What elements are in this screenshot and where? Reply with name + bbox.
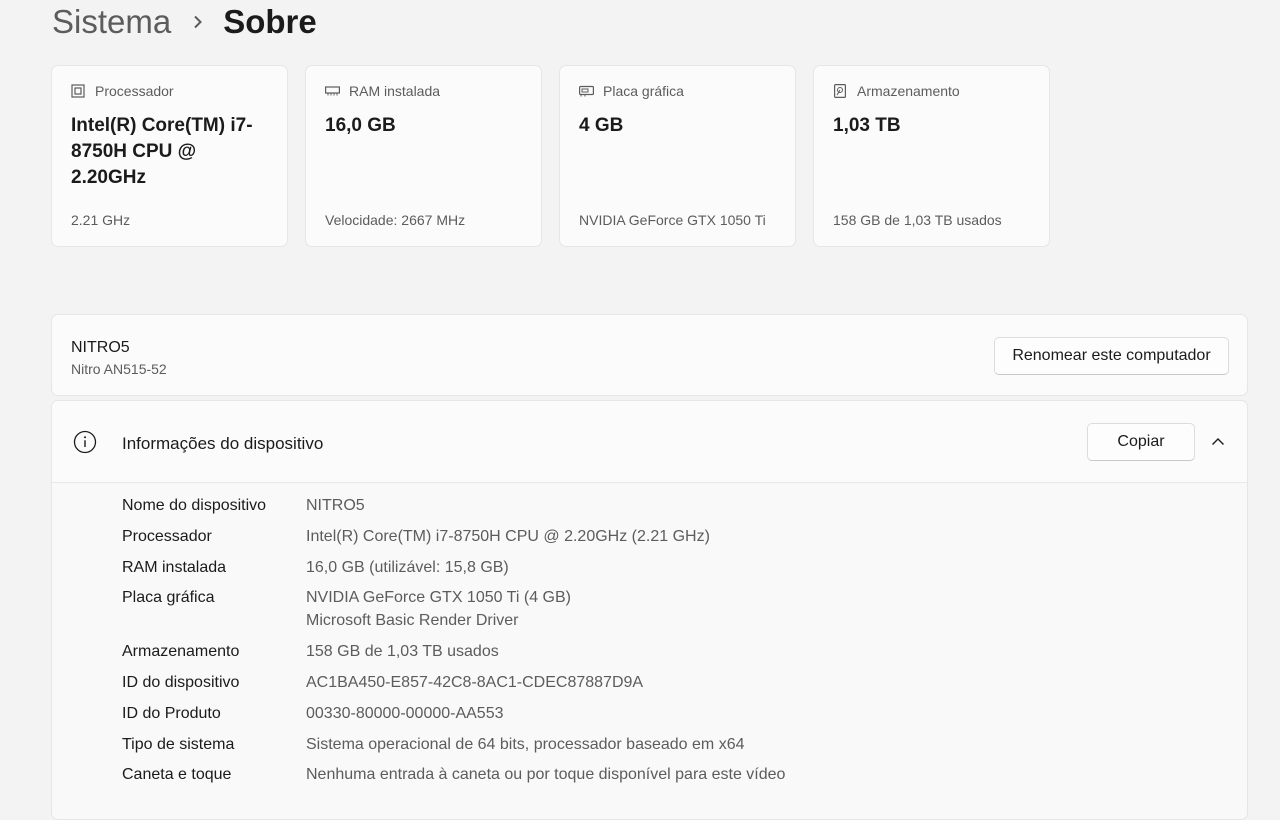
- info-row-storage: Armazenamento 158 GB de 1,03 TB usados: [122, 640, 785, 663]
- spec-sub: Velocidade: 2667 MHz: [325, 212, 466, 228]
- spec-card-ram: RAM instalada 16,0 GB Velocidade: 2667 M…: [305, 65, 542, 247]
- info-row-ram: RAM instalada 16,0 GB (utilizável: 15,8 …: [122, 556, 785, 579]
- processor-icon: [70, 83, 86, 99]
- device-info-header[interactable]: Informações do dispositivo Copiar: [52, 401, 1247, 483]
- info-label: Caneta e toque: [122, 766, 232, 784]
- info-label: ID do Produto: [122, 704, 221, 722]
- spec-value: 1,03 TB: [833, 115, 901, 136]
- spec-label: RAM instalada: [349, 83, 441, 99]
- info-value-line: 00330-80000-00000-AA553: [306, 704, 504, 722]
- spec-label: Armazenamento: [857, 83, 960, 99]
- info-value: 00330-80000-00000-AA553: [306, 702, 504, 725]
- spec-value: 4 GB: [579, 115, 624, 136]
- graphics-card-icon: [578, 83, 594, 99]
- spec-card-storage: Armazenamento 1,03 TB 158 GB de 1,03 TB …: [813, 65, 1050, 247]
- info-label: Placa gráfica: [122, 589, 215, 607]
- info-value-line: 16,0 GB (utilizável: 15,8 GB): [306, 558, 509, 576]
- info-label: Armazenamento: [122, 643, 240, 661]
- storage-icon: [832, 83, 848, 99]
- info-icon: [73, 430, 97, 454]
- info-label: ID do dispositivo: [122, 673, 240, 691]
- breadcrumb-sistema[interactable]: Sistema: [52, 3, 171, 41]
- info-value: NVIDIA GeForce GTX 1050 Ti (4 GB) Micros…: [306, 586, 571, 632]
- info-value-line: Microsoft Basic Render Driver: [306, 612, 519, 630]
- info-value-line: Sistema operacional de 64 bits, processa…: [306, 735, 745, 753]
- spec-value: Intel(R) Core(TM) i7-8750H CPU @ 2.20GHz: [71, 115, 253, 188]
- info-row-system-type: Tipo de sistema Sistema operacional de 6…: [122, 733, 785, 756]
- info-value: NITRO5: [306, 494, 365, 517]
- info-value-line: Intel(R) Core(TM) i7-8750H CPU @ 2.20GHz…: [306, 527, 710, 545]
- device-info-title: Informações do dispositivo: [122, 434, 324, 453]
- device-name: NITRO5: [71, 339, 130, 356]
- info-value-line: NVIDIA GeForce GTX 1050 Ti (4 GB): [306, 589, 571, 607]
- spec-value: 16,0 GB: [325, 115, 396, 136]
- device-info-list: Nome do dispositivo NITRO5 Processador I…: [122, 494, 785, 794]
- info-value: 158 GB de 1,03 TB usados: [306, 640, 499, 663]
- device-model: Nitro AN515-52: [71, 361, 167, 377]
- info-label: RAM instalada: [122, 558, 227, 576]
- info-row-processor: Processador Intel(R) Core(TM) i7-8750H C…: [122, 525, 785, 548]
- info-label: Nome do dispositivo: [122, 497, 267, 514]
- info-row-graphics: Placa gráfica NVIDIA GeForce GTX 1050 Ti…: [122, 586, 785, 632]
- device-name-card: NITRO5 Nitro AN515-52 Renomear este comp…: [51, 314, 1248, 396]
- info-value: Sistema operacional de 64 bits, processa…: [306, 733, 744, 756]
- info-value: Nenhuma entrada à caneta ou por toque di…: [306, 763, 785, 786]
- spec-card-processor: Processador Intel(R) Core(TM) i7-8750H C…: [51, 65, 288, 247]
- spec-sub: 158 GB de 1,03 TB usados: [833, 212, 1002, 228]
- chevron-right-icon: [191, 15, 205, 29]
- info-label: Processador: [122, 527, 212, 545]
- spec-label: Placa gráfica: [603, 83, 684, 99]
- info-row-device-name: Nome do dispositivo NITRO5: [122, 494, 785, 517]
- rename-pc-button[interactable]: Renomear este computador: [994, 337, 1229, 375]
- info-label: Tipo de sistema: [122, 735, 235, 753]
- info-value-line: Nenhuma entrada à caneta ou por toque di…: [306, 766, 786, 784]
- info-row-device-id: ID do dispositivo AC1BA450-E857-42C8-8AC…: [122, 671, 785, 694]
- ram-icon: [324, 83, 340, 99]
- page-title: Sobre: [223, 3, 317, 40]
- spec-sub: NVIDIA GeForce GTX 1050 Ti: [579, 212, 766, 228]
- copy-button[interactable]: Copiar: [1087, 423, 1195, 461]
- chevron-up-icon[interactable]: [1209, 433, 1227, 451]
- info-value-line: 158 GB de 1,03 TB usados: [306, 643, 499, 661]
- info-value: Intel(R) Core(TM) i7-8750H CPU @ 2.20GHz…: [306, 525, 710, 548]
- spec-card-graphics: Placa gráfica 4 GB NVIDIA GeForce GTX 10…: [559, 65, 796, 247]
- breadcrumb: Sistema Sobre: [52, 0, 317, 44]
- spec-label: Processador: [95, 83, 174, 99]
- info-value: 16,0 GB (utilizável: 15,8 GB): [306, 556, 509, 579]
- info-value: AC1BA450-E857-42C8-8AC1-CDEC87887D9A: [306, 671, 643, 694]
- info-value-line: AC1BA450-E857-42C8-8AC1-CDEC87887D9A: [306, 673, 644, 691]
- info-row-pen-touch: Caneta e toque Nenhuma entrada à caneta …: [122, 763, 785, 786]
- info-row-product-id: ID do Produto 00330-80000-00000-AA553: [122, 702, 785, 725]
- device-info-section: Informações do dispositivo Copiar Nome d…: [51, 400, 1248, 820]
- info-value-line: NITRO5: [306, 497, 365, 514]
- spec-sub: 2.21 GHz: [71, 212, 131, 228]
